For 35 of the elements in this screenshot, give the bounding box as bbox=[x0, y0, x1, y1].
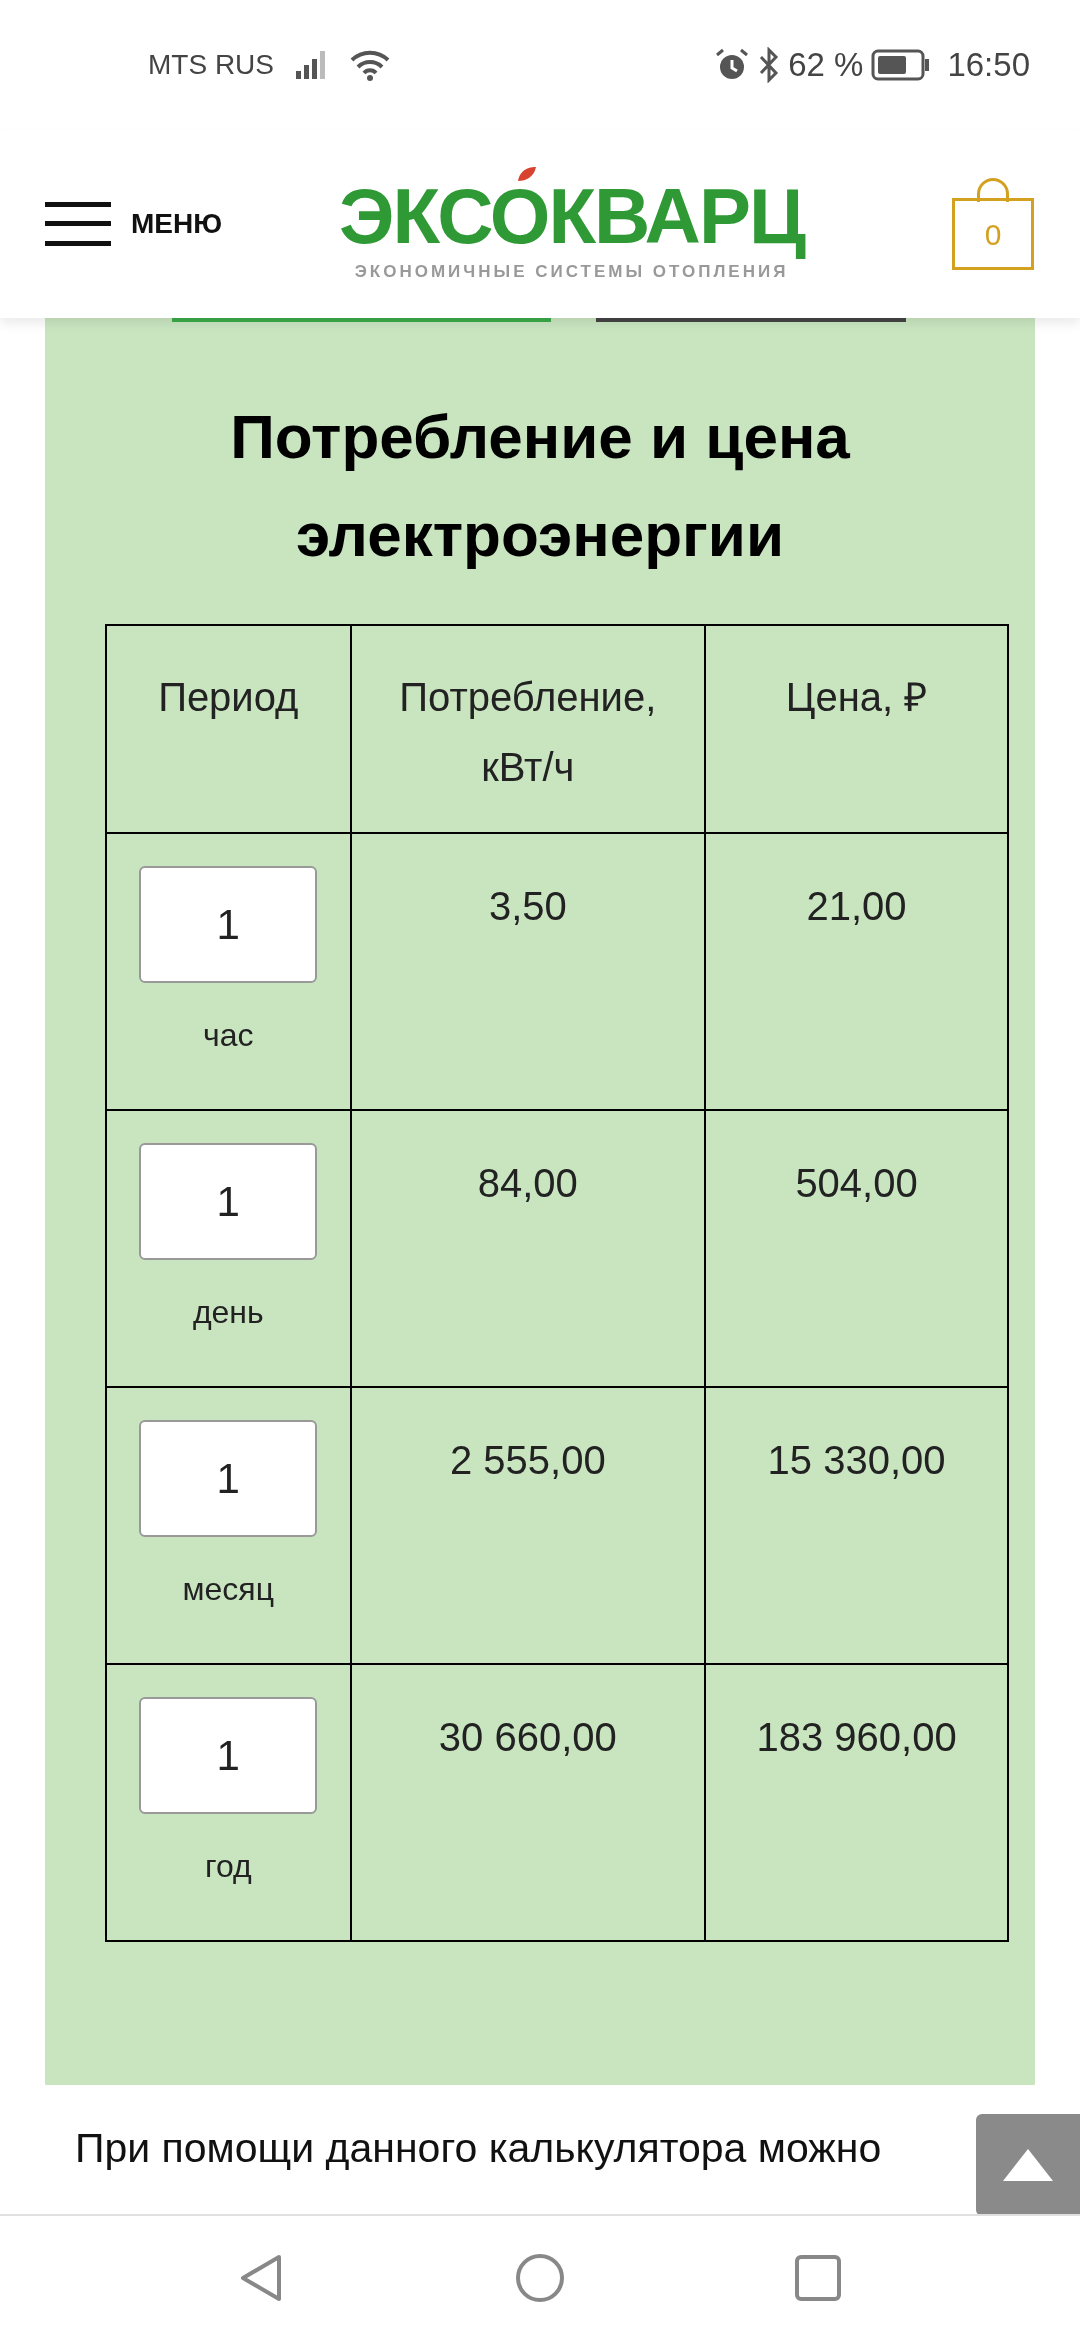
battery-percent: 62 % bbox=[788, 45, 864, 86]
period-unit: год bbox=[204, 1847, 252, 1886]
scroll-top-button[interactable] bbox=[976, 2114, 1080, 2216]
carrier-name: MTS RUS bbox=[148, 48, 274, 82]
period-unit: месяц bbox=[182, 1570, 274, 1609]
period-input[interactable]: 1 bbox=[139, 1420, 318, 1537]
period-unit: день bbox=[192, 1293, 264, 1332]
consumption-value: 84,00 bbox=[477, 1161, 578, 1205]
consumption-value: 3,50 bbox=[488, 884, 567, 928]
home-icon[interactable] bbox=[515, 2253, 565, 2303]
site-logo[interactable]: ЭКСОКВАРЦ ЭКОНОМИЧНЫЕ СИСТЕМЫ ОТОПЛЕНИЯ bbox=[339, 163, 805, 285]
column-header: Цена, ₽ bbox=[785, 675, 928, 719]
clock-time: 16:50 bbox=[947, 45, 1030, 86]
period-input[interactable]: 1 bbox=[139, 1697, 318, 1814]
wifi-icon bbox=[350, 48, 390, 82]
price-value: 183 960,00 bbox=[756, 1715, 957, 1759]
period-unit: час bbox=[203, 1016, 254, 1055]
leaf-icon bbox=[516, 165, 539, 184]
column-header: Период bbox=[158, 675, 299, 719]
bluetooth-icon bbox=[758, 47, 781, 83]
period-input[interactable]: 1 bbox=[139, 1143, 318, 1260]
menu-icon bbox=[45, 202, 111, 246]
price-value: 15 330,00 bbox=[767, 1438, 946, 1482]
price-value: 21,00 bbox=[806, 884, 907, 928]
triangle-up-icon bbox=[1001, 2147, 1055, 2183]
price-value: 504,00 bbox=[795, 1161, 918, 1205]
recents-icon[interactable] bbox=[795, 2255, 841, 2301]
battery-icon bbox=[871, 49, 932, 81]
calculator-title: Потребление и цена электроэнергии bbox=[229, 401, 851, 571]
column-header: Потребление, кВт/ч bbox=[399, 675, 657, 789]
description-text: При помощи данного калькулятора можно bbox=[75, 2124, 882, 2173]
menu-button[interactable]: МЕНЮ bbox=[45, 202, 223, 246]
consumption-value: 2 555,00 bbox=[449, 1438, 606, 1482]
consumption-value: 30 660,00 bbox=[438, 1715, 617, 1759]
period-input[interactable]: 1 bbox=[139, 866, 318, 983]
